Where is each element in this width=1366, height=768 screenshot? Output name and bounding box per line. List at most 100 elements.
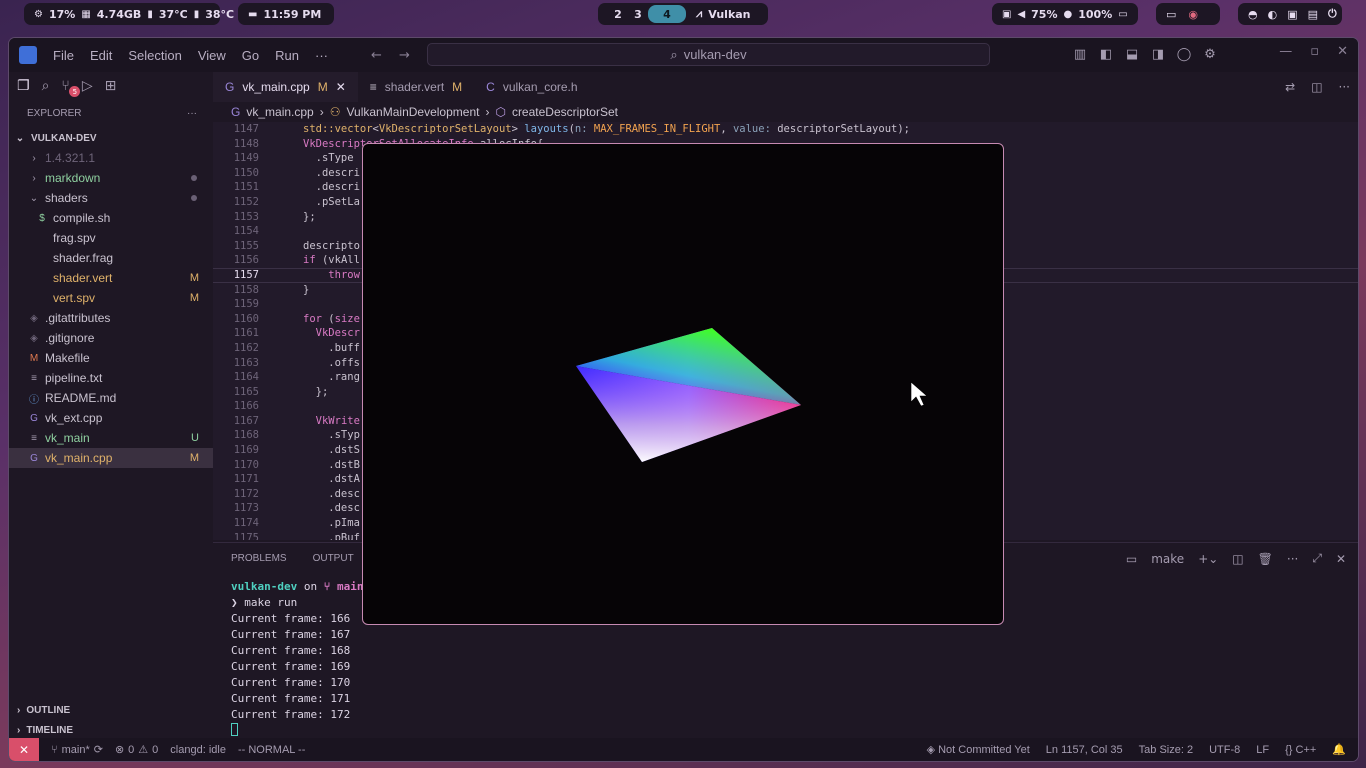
toggle-sidebar-icon[interactable]: ◧ (1098, 46, 1114, 62)
file-compile-sh[interactable]: $ compile.sh (9, 208, 213, 228)
vulkan-render-window[interactable] (362, 143, 1004, 625)
maximize-icon[interactable]: ▫ (1310, 44, 1319, 59)
split-editor-icon[interactable]: ◫ (1311, 80, 1322, 94)
file-vk_ext-cpp[interactable]: Gvk_ext.cpp (9, 408, 213, 428)
system-topbar: ⚙ 17% ▦ 4.74GB ▮ 37°C ▮ 38°C ▬ 11:59 PM 2 3 4… (0, 0, 1366, 28)
maximize-panel-icon[interactable]: ⤢ (1312, 551, 1322, 566)
status-right: ◈ Not Committed Yet Ln 1157, Col 35 Tab … (927, 743, 1346, 757)
folder-shaders[interactable]: ⌄ shaders (9, 188, 213, 208)
tab-vulkan_core-h[interactable]: Cvulkan_core.h (474, 72, 597, 102)
toggle-secondary-sidebar-icon[interactable]: ◨ (1150, 46, 1166, 62)
close-panel-icon[interactable]: ✕ (1336, 552, 1346, 566)
menu-item-go[interactable]: Go (234, 48, 267, 63)
tab-shader-vert[interactable]: ≡ shader.vert M (358, 72, 474, 102)
mouse-cursor-icon (910, 381, 928, 407)
screen-icon: ▣ (1002, 8, 1012, 20)
run-debug-icon[interactable]: ▷ (82, 78, 93, 94)
clock[interactable]: ▬ 11:59 PM (238, 3, 334, 25)
discord-icon[interactable]: ◉ (1188, 8, 1198, 21)
tab-size[interactable]: Tab Size: 2 (1139, 744, 1193, 756)
file-README-md[interactable]: ⓘ README.md (9, 388, 213, 408)
outline-section[interactable]: › OUTLINE (9, 700, 213, 720)
line-number: 1155 (233, 239, 259, 252)
new-terminal-icon[interactable]: +⌄ (1198, 552, 1218, 566)
compare-icon[interactable]: ⇄ (1285, 80, 1295, 94)
txt-file-icon: ≡ (31, 372, 37, 384)
language-mode[interactable]: {} C++ (1285, 744, 1316, 756)
terminal-selector[interactable]: make (1151, 552, 1184, 566)
command-center-search[interactable]: ⌕ vulkan-dev (427, 43, 990, 66)
audio-status[interactable]: ▣ ◀ 75% ● 100% ▭ (992, 3, 1138, 25)
remote-indicator[interactable]: ✕ (9, 738, 39, 761)
line-number: 1157 (233, 268, 259, 281)
breadcrumb-file[interactable]: vk_main.cpp (246, 105, 313, 119)
explorer-icon[interactable]: ❐ (17, 78, 30, 94)
encoding[interactable]: UTF-8 (1209, 744, 1240, 756)
clipboard-icon[interactable]: ▤ (1308, 8, 1318, 21)
settings-gear-icon[interactable]: ⚙ (1202, 46, 1218, 62)
more-icon[interactable]: ··· (1287, 552, 1298, 566)
close-tab-icon[interactable]: ✕ (336, 80, 346, 94)
menu-item-file[interactable]: File (45, 48, 82, 63)
menu-item-more[interactable]: ··· (307, 48, 336, 63)
breadcrumb-method[interactable]: createDescriptorSet (512, 105, 618, 119)
breadcrumb-class[interactable]: VulkanMainDevelopment (346, 105, 479, 119)
file-vk_main[interactable]: ≡ vk_main U (9, 428, 213, 448)
palette-icon[interactable]: ◐ (1268, 8, 1278, 21)
toggle-panel-icon[interactable]: ⬓ (1124, 46, 1140, 62)
extensions-icon[interactable]: ⊞ (105, 78, 117, 94)
account-icon[interactable]: ◯ (1176, 46, 1192, 62)
terminal-output[interactable]: vulkan-dev on ⑂ main ❯ make run Current … (231, 579, 363, 741)
ghost-icon[interactable]: ◓ (1248, 8, 1258, 21)
folder-markdown[interactable]: › markdown (9, 168, 213, 188)
end-of-line[interactable]: LF (1256, 744, 1269, 756)
source-control-icon[interactable]: ⑂ 5 (61, 78, 81, 97)
git-file-icon: ◈ (30, 312, 38, 324)
workspace-4[interactable]: 4 (648, 5, 686, 23)
file-shader-vert[interactable]: shader.vert M (9, 268, 213, 288)
tab-vk_main-cpp[interactable]: Gvk_main.cpp M ✕ (213, 72, 358, 102)
line-number: 1151 (233, 181, 259, 194)
problems-summary[interactable]: ⊗ 0 ⚠ 0 (115, 743, 158, 757)
timeline-section[interactable]: › TIMELINE (9, 720, 213, 740)
window-controls: — ▫ ✕ (1279, 44, 1348, 59)
folder-1-4-321-1[interactable]: › 1.4.321.1 (9, 148, 213, 168)
file-Makefile[interactable]: M Makefile (9, 348, 213, 368)
git-blame[interactable]: ◈ Not Committed Yet (927, 743, 1030, 756)
menu-item-edit[interactable]: Edit (82, 48, 120, 63)
explorer-root[interactable]: ⌄ VULKAN-DEV (9, 128, 213, 148)
file-shader-frag[interactable]: shader.frag (9, 248, 213, 268)
file--gitignore[interactable]: ◈ .gitignore (9, 328, 213, 348)
trash-icon[interactable]: 🗑 (1258, 552, 1273, 566)
cursor-position[interactable]: Ln 1157, Col 35 (1046, 744, 1123, 756)
file-frag-spv[interactable]: frag.spv (9, 228, 213, 248)
customize-layout-icon[interactable]: ▥ (1072, 46, 1088, 62)
tab-output[interactable]: OUTPUT (313, 553, 354, 564)
screenshot-icon[interactable]: ▣ (1287, 8, 1297, 21)
split-terminal-icon[interactable]: ◫ (1232, 552, 1243, 566)
back-arrow-icon[interactable]: ← (371, 48, 382, 63)
menu-item-view[interactable]: View (190, 48, 234, 63)
clangd-status[interactable]: clangd: idle (170, 744, 226, 756)
file-pipeline-txt[interactable]: ≡ pipeline.txt (9, 368, 213, 388)
file--gitattributes[interactable]: ◈ .gitattributes (9, 308, 213, 328)
source-control-badge: 5 (69, 86, 81, 97)
git-branch[interactable]: ⑂ main* ⟳ (51, 743, 103, 757)
tab-problems[interactable]: PROBLEMS (231, 553, 287, 564)
minimize-icon[interactable]: — (1279, 44, 1292, 59)
search-view-icon[interactable]: ⌕ (42, 78, 50, 94)
file-vk_main-cpp[interactable]: Gvk_main.cpp M (9, 448, 213, 468)
workspace-3[interactable]: 3 (628, 8, 648, 21)
notifications-bell-icon[interactable]: 🔔 (1332, 743, 1346, 756)
breadcrumb: G vk_main.cpp › ⚇ VulkanMainDevelopment … (213, 102, 618, 122)
menu-item-run[interactable]: Run (267, 48, 307, 63)
forward-arrow-icon[interactable]: → (399, 48, 410, 63)
menu-item-selection[interactable]: Selection (120, 48, 189, 63)
workspace-2[interactable]: 2 (608, 8, 628, 21)
file-vert-spv[interactable]: vert.spv M (9, 288, 213, 308)
monitor-icon[interactable]: ▭ (1166, 8, 1176, 21)
more-actions-icon[interactable]: ··· (187, 108, 197, 128)
editor-more-icon[interactable]: ··· (1339, 80, 1350, 94)
close-icon[interactable]: ✕ (1337, 44, 1348, 59)
power-icon[interactable]: ⏻ (1328, 7, 1337, 21)
